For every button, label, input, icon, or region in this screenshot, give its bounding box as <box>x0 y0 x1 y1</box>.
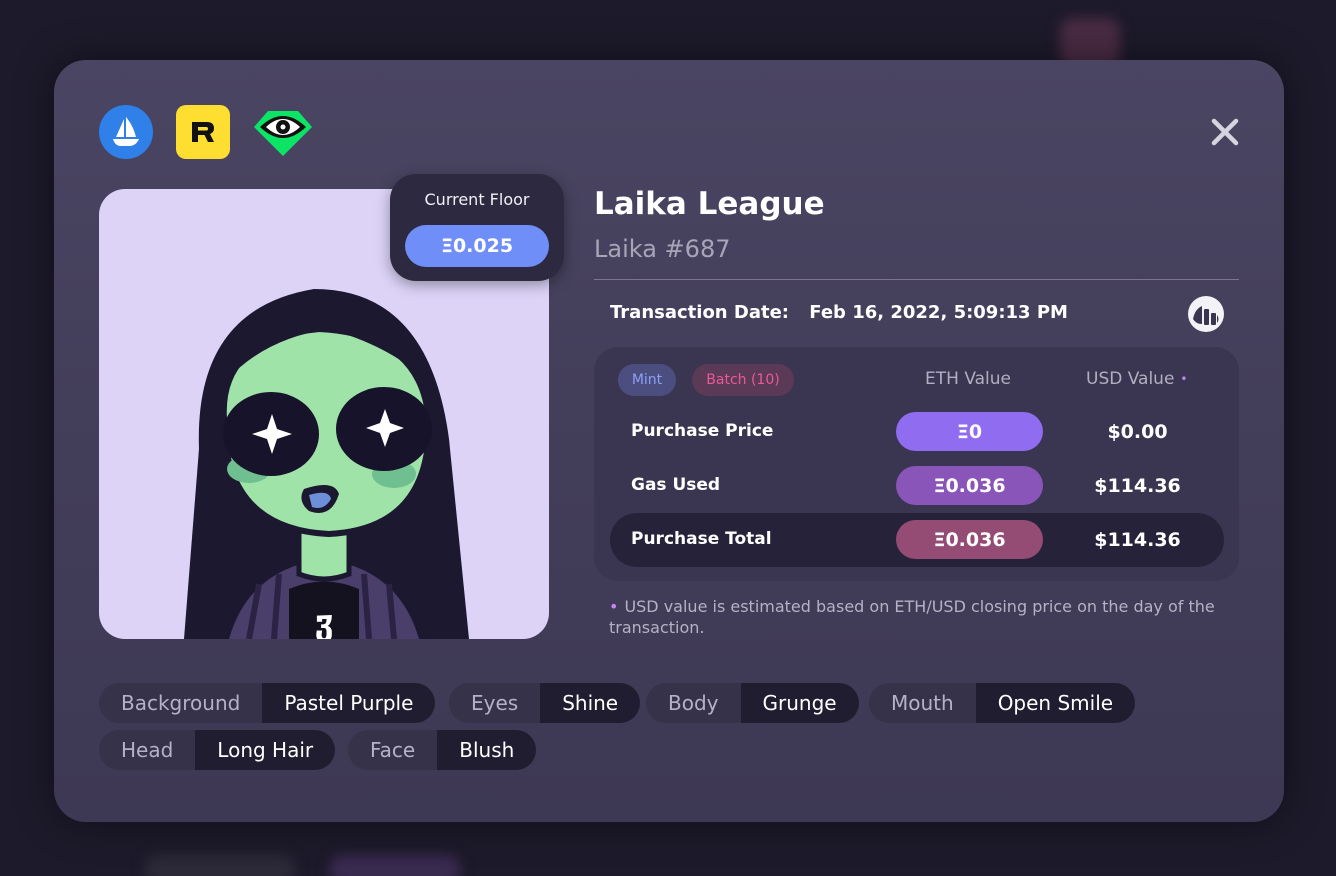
usd-value: $114.36 <box>1094 475 1181 497</box>
usd-footnote: • USD value is estimated based on ETH/USD… <box>609 596 1239 638</box>
trait-value: Blush <box>437 730 537 770</box>
eth-value-pill: Ξ0.036 <box>896 520 1043 559</box>
transaction-date-value: Feb 16, 2022, 5:09:13 PM <box>809 302 1068 323</box>
divider <box>594 279 1239 280</box>
row-label: Purchase Total <box>631 529 772 549</box>
trait-key: Eyes <box>449 683 541 723</box>
svg-text:ჳ: ჳ <box>315 603 334 639</box>
trait-value: Pastel Purple <box>262 683 436 723</box>
close-icon <box>1211 118 1239 146</box>
footnote-text: USD value is estimated based on ETH/USD … <box>609 597 1215 637</box>
transaction-table: Mint Batch (10) ETH Value USD Value • Pur… <box>594 347 1239 581</box>
current-floor-value: Ξ0.025 <box>405 225 549 267</box>
trait-value: Long Hair <box>195 730 336 770</box>
trait-key: Mouth <box>869 683 976 723</box>
table-row: Purchase Price Ξ0 $0.00 <box>610 405 1224 459</box>
transaction-date-label: Transaction Date: <box>610 302 789 323</box>
row-label: Gas Used <box>631 475 721 495</box>
background-blur <box>145 855 295 876</box>
trait-key: Body <box>646 683 741 723</box>
collection-name: Laika League <box>594 186 825 222</box>
footnote-dot: • <box>609 597 619 616</box>
trait-chip[interactable]: Background Pastel Purple <box>99 683 436 723</box>
transaction-date: Transaction Date: Feb 16, 2022, 5:09:13 … <box>610 302 1068 323</box>
current-floor-label: Current Floor <box>424 190 530 209</box>
table-row-total: Purchase Total Ξ0.036 $114.36 <box>610 513 1224 567</box>
eth-value-pill: Ξ0 <box>896 412 1043 451</box>
trait-value: Open Smile <box>975 683 1136 723</box>
current-floor-card: Current Floor Ξ0.025 <box>390 174 564 281</box>
usd-value: $0.00 <box>1107 421 1168 443</box>
usd-value: $114.36 <box>1094 529 1181 551</box>
chart-icon <box>1190 298 1222 330</box>
usd-value-header: USD Value • <box>1086 369 1188 389</box>
eth-value-header: ETH Value <box>925 369 1011 389</box>
trait-chip[interactable]: Mouth Open Smile <box>869 683 1136 723</box>
looksrare-icon[interactable] <box>252 105 314 159</box>
background-blur <box>330 855 460 876</box>
token-name: Laika #687 <box>594 235 731 263</box>
opensea-icon[interactable] <box>99 105 153 159</box>
usd-value-header-label: USD Value <box>1086 369 1175 389</box>
trait-chip[interactable]: Eyes Shine <box>449 683 641 723</box>
trait-key: Head <box>99 730 196 770</box>
eth-value-pill: Ξ0.036 <box>896 466 1043 505</box>
trait-key: Face <box>348 730 438 770</box>
close-button[interactable] <box>1205 112 1245 152</box>
rarible-icon[interactable] <box>176 105 230 159</box>
trait-chip[interactable]: Face Blush <box>348 730 537 770</box>
batch-tag: Batch (10) <box>692 364 794 396</box>
trait-value: Grunge <box>740 683 859 723</box>
price-chart-button[interactable] <box>1188 296 1224 332</box>
trait-key: Background <box>99 683 263 723</box>
row-label: Purchase Price <box>631 421 774 441</box>
trait-chip[interactable]: Body Grunge <box>646 683 859 723</box>
table-row: Gas Used Ξ0.036 $114.36 <box>610 459 1224 513</box>
mint-tag: Mint <box>618 364 676 396</box>
trait-value: Shine <box>540 683 641 723</box>
footnote-dot: • <box>1180 372 1188 386</box>
trait-chip[interactable]: Head Long Hair <box>99 730 336 770</box>
